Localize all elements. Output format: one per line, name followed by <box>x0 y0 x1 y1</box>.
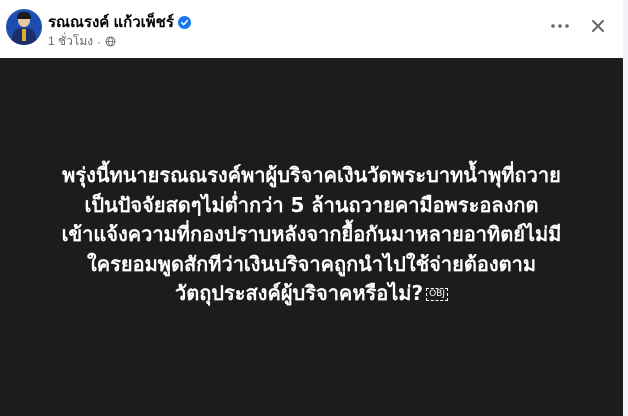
post-text-line: วัตถุประสงค์ผู้บริจาคหรือไม่? <box>174 281 424 305</box>
post-text: พรุ่งนี้ทนายรณณรงค์พาผู้บริจาคเงินวัดพระ… <box>10 161 613 309</box>
post-text-line: เข้าแจ้งความที่กองปราบหลังจากยื้อกันมาหล… <box>61 222 562 246</box>
post-header: รณณรงค์ แก้วเพ็ชร์ 1 ชั่วโมง · <box>0 0 628 58</box>
scrollbar[interactable] <box>623 0 628 416</box>
post-text-line: พรุ่งนี้ทนายรณณรงค์พาผู้บริจาคเงินวัดพระ… <box>62 163 561 187</box>
post-text-line: ใครยอมพูดสักทีว่าเงินบริจาคถูกนำไปใช้จ่า… <box>86 251 537 276</box>
post-text-line: เป็นปัจจัยสดๆไม่ต่ำกว่า 5 ล้านถวายคามือพ… <box>84 192 539 217</box>
author-name-row: รณณรงค์ แก้วเพ็ชร์ <box>48 10 191 34</box>
globe-icon[interactable] <box>105 36 116 47</box>
post-text-last-line: วัตถุประสงค์ผู้บริจาคหรือไม่? OBJ <box>10 279 613 309</box>
verified-badge-icon <box>177 15 191 29</box>
avatar-tie <box>22 29 26 41</box>
object-placeholder-glyph: OBJ <box>426 288 449 301</box>
post-timestamp[interactable]: 1 ชั่วโมง <box>48 32 93 51</box>
author-avatar[interactable] <box>6 9 42 45</box>
meta-separator: · <box>97 34 102 49</box>
more-options-button[interactable] <box>548 18 572 34</box>
post-meta: 1 ชั่วโมง · <box>48 32 116 51</box>
author-name[interactable]: รณณรงค์ แก้วเพ็ชร์ <box>48 10 174 34</box>
close-icon <box>592 20 604 32</box>
more-horizontal-icon <box>551 24 569 28</box>
avatar-hair <box>17 12 31 19</box>
close-button[interactable] <box>588 16 608 36</box>
